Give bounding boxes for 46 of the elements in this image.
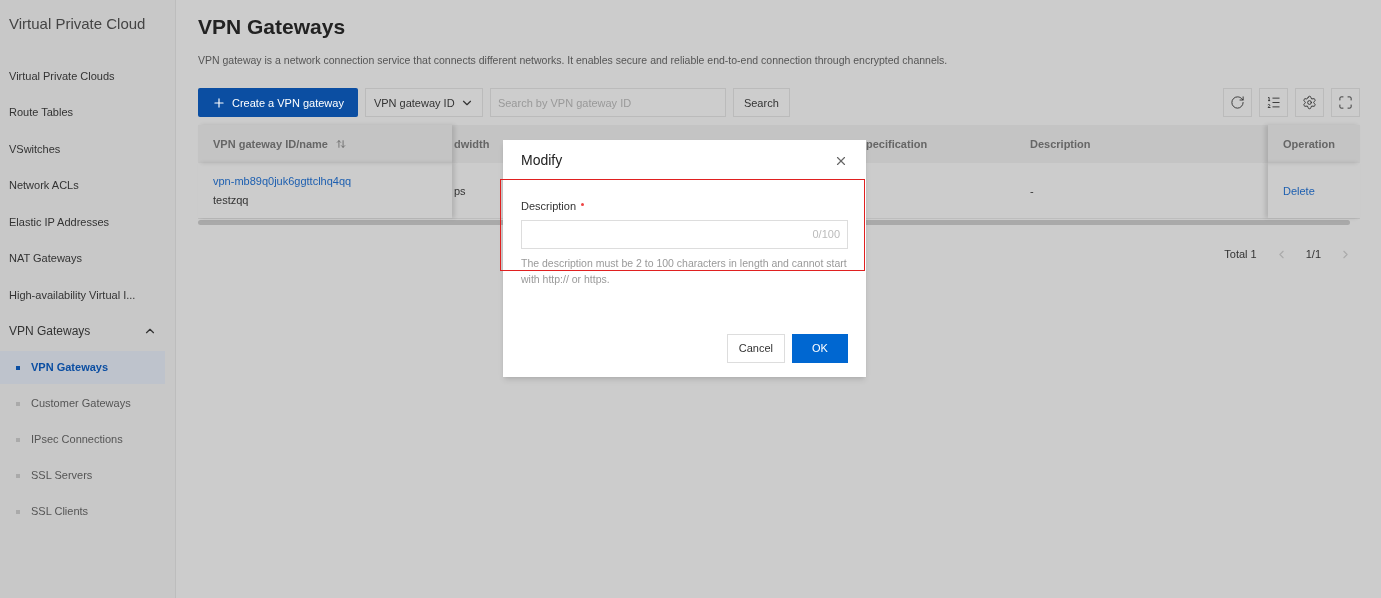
gateway-id-link[interactable]: vpn-mb89q0juk6ggttclhq4qq	[213, 173, 452, 190]
sidebar-item[interactable]: NAT Gateways	[0, 240, 166, 277]
create-button[interactable]: Create a VPN gateway	[198, 88, 358, 118]
sidebar-item[interactable]: Virtual Private Clouds	[0, 57, 166, 94]
sidebar-item[interactable]: VSwitches	[0, 130, 166, 167]
column-header: pecification	[866, 137, 929, 152]
settings-icon	[1302, 95, 1317, 111]
refresh-icon	[1230, 95, 1245, 111]
field-label: Description	[521, 199, 577, 214]
sidebar-group[interactable]: VPN Gateways	[0, 313, 166, 349]
cancel-button[interactable]: Cancel	[726, 334, 785, 363]
column-header: dwidth	[453, 137, 491, 152]
sort-icon[interactable]	[335, 139, 346, 150]
column-header: Description	[1030, 137, 1092, 152]
refresh-button[interactable]	[1223, 88, 1252, 118]
sidebar-title: Virtual Private Cloud	[8, 14, 147, 34]
page-indicator: 1/1	[1305, 247, 1321, 263]
sidebar-item[interactable]: High-availability Virtual I...	[0, 276, 166, 313]
table-cell-text: ps	[453, 183, 467, 199]
sidebar-item[interactable]: VPN Gateways	[0, 350, 165, 384]
ok-button[interactable]: OK	[792, 334, 848, 363]
sidebar-item[interactable]: SSL Servers	[0, 458, 165, 492]
plus-icon	[212, 95, 226, 110]
sidebar-item[interactable]: IPsec Connections	[0, 422, 165, 456]
sidebar-item[interactable]: Customer Gateways	[0, 386, 165, 420]
settings-button[interactable]	[1295, 88, 1324, 118]
table-cell-text: testzqq	[213, 192, 250, 208]
sidebar-item[interactable]: SSL Clients	[0, 494, 165, 528]
page-title: VPN Gateways	[198, 14, 347, 40]
fullscreen-icon	[1338, 95, 1353, 111]
field-hint: The description must be 2 to 100 characters in length and cannot start with http:// or https.	[521, 255, 848, 287]
delete-link[interactable]: Delete	[1283, 182, 1315, 199]
filter-select[interactable]: VPN gateway ID	[364, 88, 483, 118]
column-header: VPN gateway ID/name	[198, 125, 452, 164]
sidebar-item[interactable]: Network ACLs	[0, 167, 166, 204]
sidebar-item[interactable]: Route Tables	[0, 94, 166, 131]
dialog-title: Modify	[521, 151, 563, 170]
character-counter: 0/100	[812, 226, 840, 242]
sidebar-item[interactable]: Elastic IP Addresses	[0, 203, 166, 240]
bullet-icon	[16, 365, 20, 370]
fullscreen-button[interactable]	[1331, 88, 1360, 118]
total-count: Total 1	[1224, 247, 1257, 263]
search-button[interactable]: Search	[732, 88, 790, 118]
column-header: Operation	[1268, 125, 1360, 164]
table-cell-text: -	[1030, 183, 1035, 199]
page-description: VPN gateway is a network connection service that connects different networks. It enables secure and reliable end-to-end connection through encrypted channels.	[198, 52, 949, 68]
